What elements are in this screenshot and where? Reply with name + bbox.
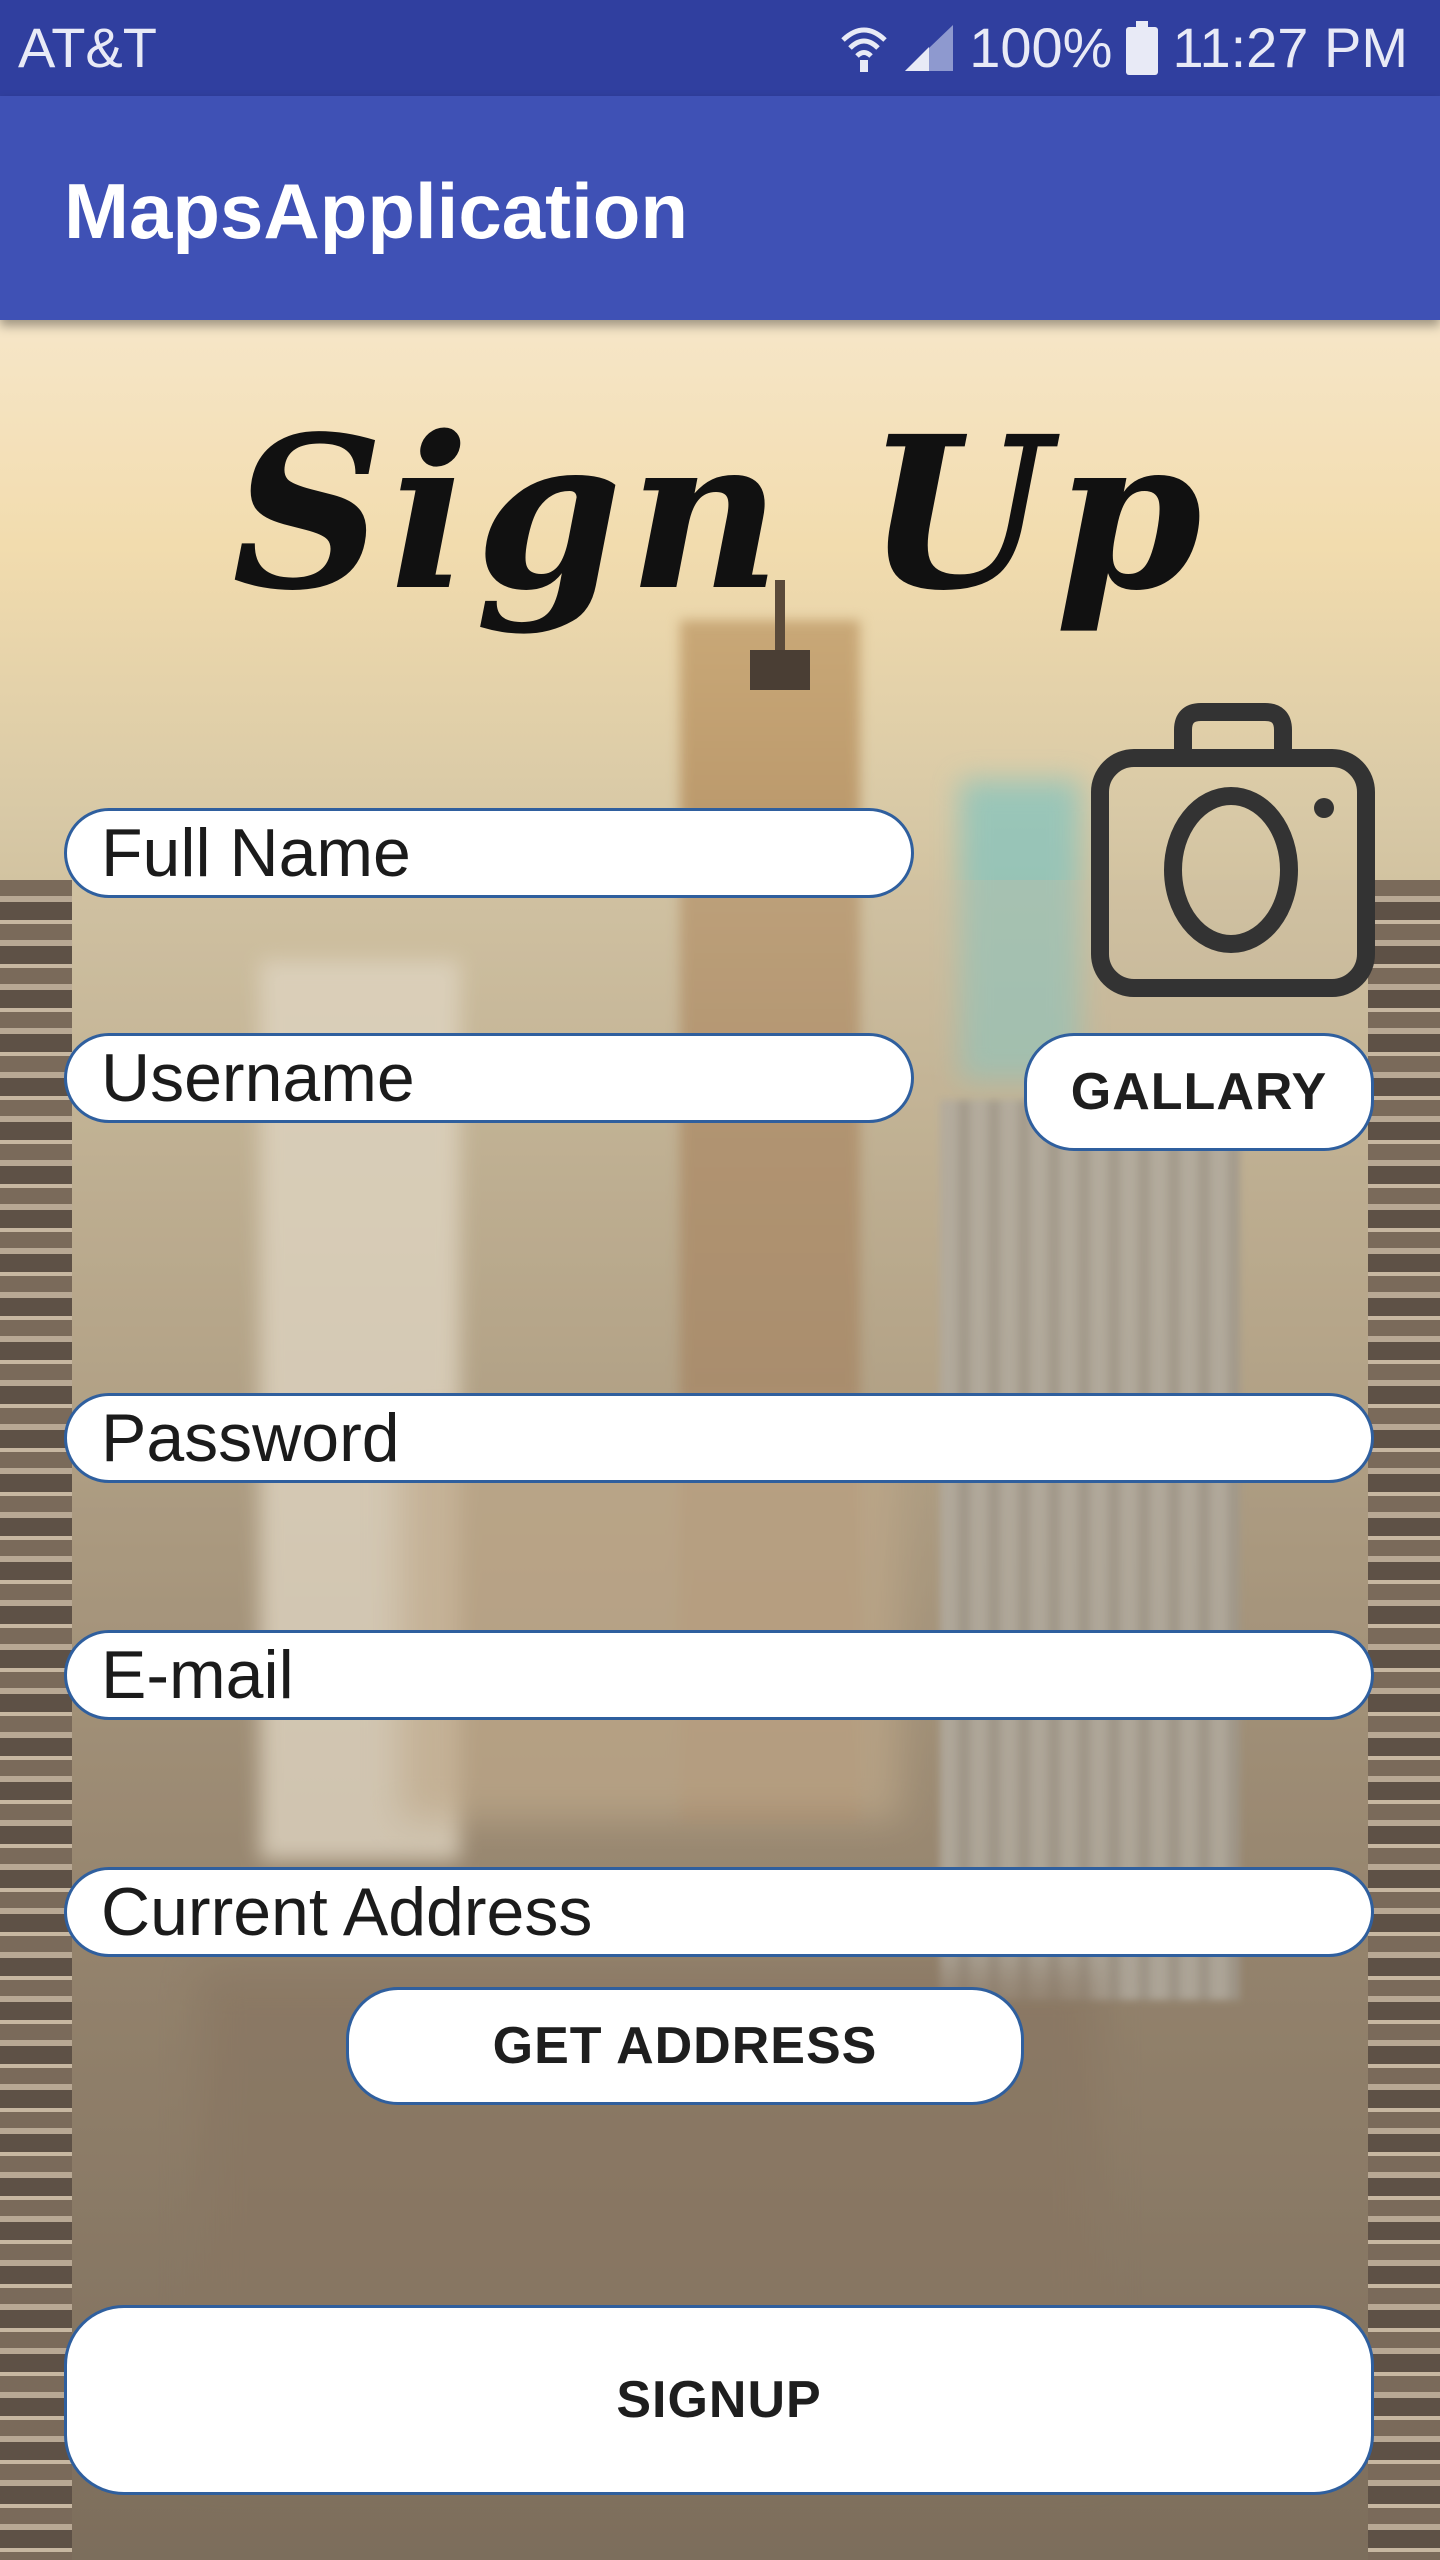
camera-icon[interactable]: [1088, 700, 1378, 1000]
signup-button[interactable]: SIGNUP: [64, 2305, 1374, 2495]
gallary-button[interactable]: GALLARY: [1024, 1033, 1374, 1151]
get-address-button[interactable]: GET ADDRESS: [346, 1987, 1024, 2105]
full-name-input[interactable]: [67, 811, 911, 895]
battery-text: 100%: [969, 16, 1113, 79]
signal-icon: [903, 23, 955, 73]
clock: 11:27 PM: [1172, 16, 1408, 79]
status-bar: AT&T 100% 11:27 PM: [0, 0, 1440, 96]
sign-up-heading: Sign Up: [231, 390, 1209, 637]
battery-icon: [1126, 21, 1159, 75]
status-right: 100% 11:27 PM: [839, 14, 1408, 82]
full-name-field[interactable]: [64, 808, 914, 898]
app-title: MapsApplication: [64, 167, 689, 255]
password-field[interactable]: [64, 1393, 1374, 1483]
username-input[interactable]: [67, 1036, 911, 1120]
email-input[interactable]: [67, 1633, 1371, 1717]
current-address-input[interactable]: [67, 1870, 1371, 1954]
email-field[interactable]: [64, 1630, 1374, 1720]
carrier-label: AT&T: [18, 16, 157, 79]
password-input[interactable]: [67, 1396, 1371, 1480]
app-bar: MapsApplication: [0, 96, 1440, 320]
current-address-field[interactable]: [64, 1867, 1374, 1957]
wifi-icon: [839, 22, 889, 74]
username-field[interactable]: [64, 1033, 914, 1123]
